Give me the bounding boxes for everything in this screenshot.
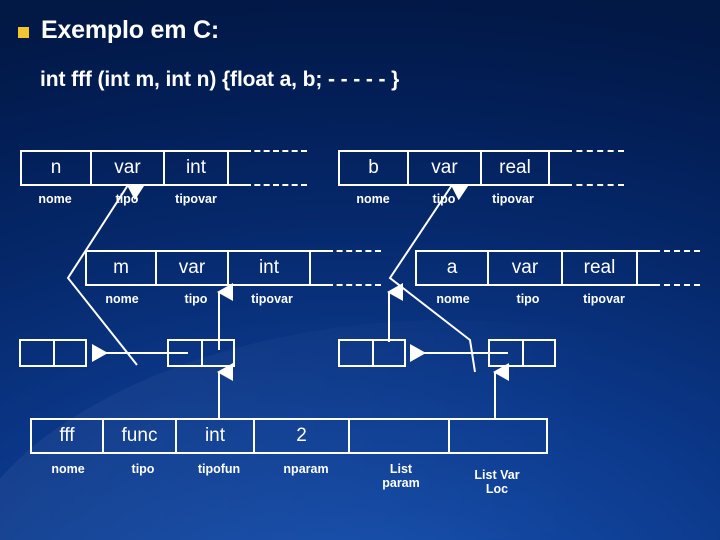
record-b-cell-tipovar: real [480,150,548,186]
record-a-caption-nome: nome [436,292,470,306]
record-n-caption-tipo: tipo [115,192,139,206]
record-n-cell-nome: n [20,150,90,186]
slide-canvas: Exemplo em C: int fff (int m, int n) {fl… [0,0,720,540]
record-b-caption-nome: nome [356,192,390,206]
record-a-cell-dashed [654,250,700,286]
record-fff-cell-nome: fff [30,418,102,454]
record-n-cell-ptr [227,150,245,186]
record-n[interactable]: n var int [20,150,307,186]
record-n-cell-dashed [245,150,307,186]
record-fff-caption-tipo: tipo [131,462,155,476]
record-fff-caption-tipofun: tipofun [197,462,241,476]
record-m-cell-tipo: var [155,250,227,286]
record-m-cell-dashed [327,250,381,286]
record-n-caption-tipovar: tipovar [175,192,217,206]
record-fff-caption-listparam: List param [382,462,420,491]
record-fff-cell-listparam [348,418,448,454]
record-a-caption-tipo: tipo [516,292,540,306]
record-a-cell-ptr [636,250,654,286]
pointer-pair-left-1[interactable] [19,339,87,367]
record-a-cell-nome: a [415,250,487,286]
pointer-pair-right-1[interactable] [338,339,406,367]
pointer-cell-b [372,339,406,367]
slide-heading: Exemplo em C: [18,16,219,45]
pointer-cell-a [19,339,53,367]
record-fff[interactable]: fff func int 2 [30,418,548,454]
record-b-caption-tipovar: tipovar [492,192,534,206]
record-n-cell-tipovar: int [163,150,227,186]
record-fff-caption-listvarloc: List Var Loc [474,468,519,497]
record-n-caption-nome: nome [38,192,72,206]
record-m-caption-tipo: tipo [184,292,208,306]
page-title: Exemplo em C: [41,16,220,44]
record-m-cell-nome: m [85,250,155,286]
pointer-pair-right-2[interactable] [488,339,556,367]
record-b-cell-tipo: var [407,150,480,186]
record-a-cell-tipovar: real [561,250,636,286]
record-fff-caption-nparam: nparam [283,462,329,476]
record-b-cell-ptr [548,150,566,186]
record-fff-cell-listvarloc [448,418,548,454]
record-m-caption-tipovar: tipovar [251,292,293,306]
pointer-cell-b [53,339,87,367]
record-b[interactable]: b var real [338,150,624,186]
record-m[interactable]: m var int [85,250,381,286]
listvarloc-line2: Loc [485,482,509,497]
pointer-cell-b [201,339,235,367]
listvarloc-line1: List Var [474,468,520,482]
listparam-line1: List [389,462,413,476]
record-a[interactable]: a var real [415,250,700,286]
pointer-cell-a [167,339,201,367]
pointer-cell-a [488,339,522,367]
record-fff-caption-nome: nome [51,462,85,476]
record-fff-cell-tipo: func [102,418,175,454]
record-a-cell-tipo: var [487,250,561,286]
record-m-cell-tipovar: int [227,250,309,286]
record-b-cell-dashed [566,150,624,186]
record-n-cell-tipo: var [90,150,163,186]
square-bullet-icon [18,27,29,38]
record-m-cell-ptr [309,250,327,286]
record-fff-cell-nparam: 2 [253,418,348,454]
listparam-line2: param [382,476,420,491]
record-a-caption-tipovar: tipovar [583,292,625,306]
pointer-pair-left-2[interactable] [167,339,235,367]
record-m-caption-nome: nome [105,292,139,306]
code-snippet: int fff (int m, int n) {float a, b; - - … [40,68,400,91]
record-b-caption-tipo: tipo [432,192,456,206]
record-fff-cell-tipofun: int [175,418,253,454]
pointer-cell-b [522,339,556,367]
record-b-cell-nome: b [338,150,407,186]
pointer-cell-a [338,339,372,367]
